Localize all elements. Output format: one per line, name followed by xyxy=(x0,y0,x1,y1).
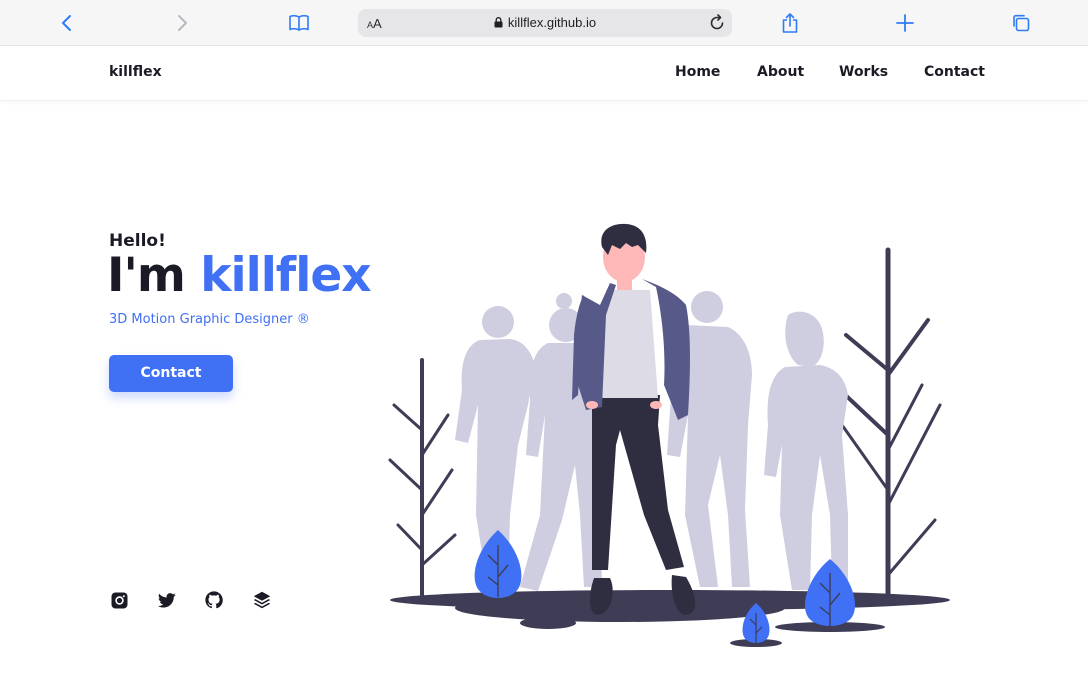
twitter-link[interactable] xyxy=(157,590,177,610)
hero-title-prefix: I'm xyxy=(107,248,201,303)
bookmarks-button[interactable] xyxy=(284,8,314,38)
instagram-icon xyxy=(111,592,127,608)
share-icon xyxy=(782,13,798,33)
bookmarks-book-icon xyxy=(289,15,309,31)
nav-about[interactable]: About xyxy=(757,64,804,80)
lock-icon xyxy=(494,17,503,28)
hero-title: I'm killflex xyxy=(107,248,372,303)
tabs-overview-button[interactable] xyxy=(1006,8,1036,38)
reload-icon xyxy=(710,14,724,30)
site-logo[interactable]: killflex xyxy=(109,64,162,80)
site-header: killflex Home About Works Contact xyxy=(0,46,1088,101)
ground-shadow-center xyxy=(455,594,785,622)
tabs-overview-icon xyxy=(1013,14,1030,32)
share-button[interactable] xyxy=(775,8,805,38)
url-text: killflex.github.io xyxy=(507,15,597,30)
nav-works[interactable]: Works xyxy=(839,64,888,80)
ground-shadow-small xyxy=(520,617,576,629)
forward-chevron-icon xyxy=(178,15,187,31)
bare-tree-left xyxy=(388,358,457,602)
hero-illustration xyxy=(388,223,950,647)
github-icon xyxy=(205,591,223,609)
layers-link[interactable] xyxy=(252,590,272,610)
nav-home[interactable]: Home xyxy=(675,64,720,80)
hero-subtitle: 3D Motion Graphic Designer ® xyxy=(109,312,310,327)
forward-button[interactable] xyxy=(167,8,197,38)
back-chevron-icon xyxy=(62,15,71,31)
back-button[interactable] xyxy=(52,8,82,38)
browser-toolbar: AA killflex.github.io xyxy=(0,0,1088,46)
url-display[interactable]: killflex.github.io xyxy=(358,15,732,30)
twitter-icon xyxy=(158,592,176,608)
github-link[interactable] xyxy=(204,590,224,610)
nav-contact[interactable]: Contact xyxy=(924,64,985,80)
contact-button[interactable]: Contact xyxy=(109,355,233,392)
instagram-link[interactable] xyxy=(109,590,129,610)
layers-icon xyxy=(253,591,271,609)
reload-button[interactable] xyxy=(707,13,727,33)
hero-title-name: killflex xyxy=(200,248,371,303)
new-tab-plus-icon xyxy=(896,14,914,32)
address-bar[interactable]: AA killflex.github.io xyxy=(358,9,732,37)
new-tab-button[interactable] xyxy=(890,8,920,38)
bare-tree-right xyxy=(838,247,942,603)
